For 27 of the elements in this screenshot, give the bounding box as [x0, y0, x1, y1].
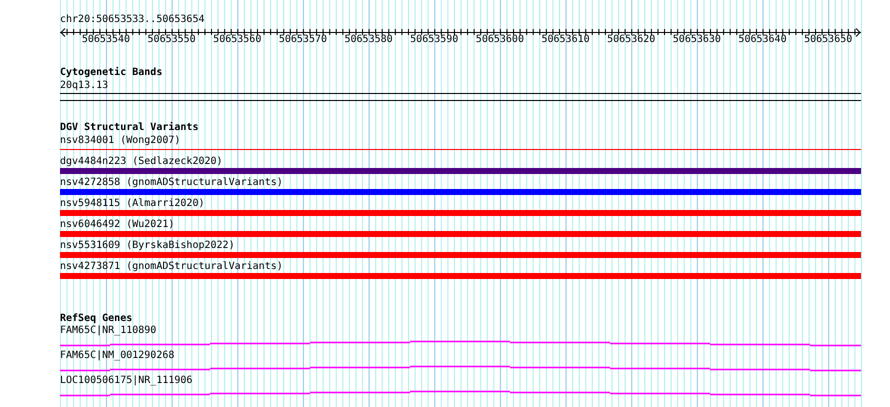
variant-label: nsv4272858 (gnomADStructuralVariants) — [60, 177, 283, 189]
ruler-tick-label: 50653650 — [804, 34, 852, 46]
variant-label: dgv4484n223 (Sedlazeck2020) — [60, 156, 223, 168]
variant-label: nsv6046492 (Wu2021) — [60, 219, 174, 231]
ruler-tick-label: 50653600 — [476, 34, 524, 46]
band-label: 20q13.13 — [60, 80, 108, 92]
ruler-tick-label: 50653580 — [344, 34, 393, 46]
variant-label: nsv5531609 (ByrskaBishop2022) — [60, 240, 235, 252]
transcript-label: FAM65C|NR_110890 — [60, 325, 156, 337]
ruler-tick-label: 50653640 — [738, 34, 787, 46]
position-label: chr20:50653533..50653654 — [60, 14, 204, 26]
variant-label: nsv4273871 (gnomADStructuralVariants) — [60, 261, 283, 273]
ruler-tick-label: 50653540 — [82, 34, 130, 46]
track-title: RefSeq Genes — [60, 313, 132, 325]
variant-label: nsv834001 (Wong2007) — [60, 135, 180, 147]
variant-label: nsv5948115 (Almarri2020) — [60, 198, 204, 210]
ruler-tick-label: 50653590 — [410, 34, 458, 46]
transcript-label: LOC100506175|NR_111906 — [60, 375, 192, 387]
ruler-tick-label: 50653610 — [541, 34, 590, 46]
transcript-label: FAM65C|NM_001290268 — [60, 350, 174, 362]
ruler-tick-label: 50653550 — [148, 34, 196, 46]
ruler-tick-label: 50653630 — [672, 34, 721, 46]
ruler-tick-label: 50653560 — [213, 34, 262, 46]
track-title: DGV Structural Variants — [60, 122, 198, 134]
ruler-tick-label: 50653620 — [607, 34, 656, 46]
track-title: Cytogenetic Bands — [60, 67, 162, 79]
ruler-tick-label: 50653570 — [278, 34, 327, 46]
